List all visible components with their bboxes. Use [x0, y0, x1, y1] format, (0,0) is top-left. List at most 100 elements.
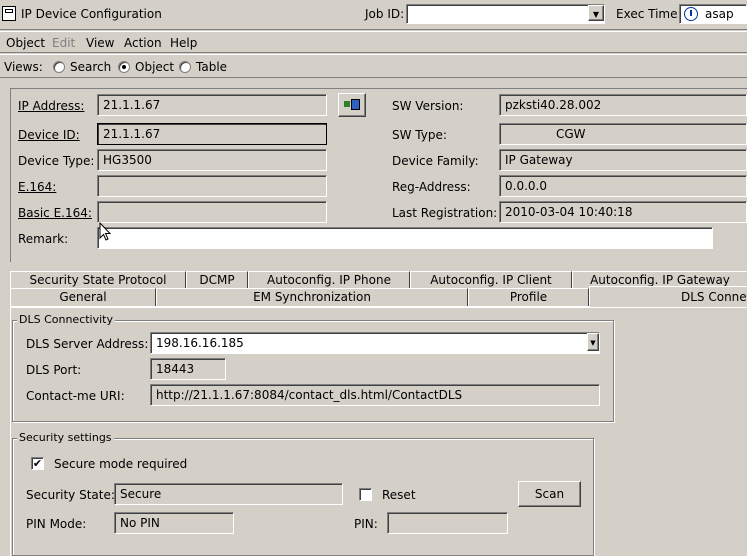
- secure-mode-label[interactable]: Secure mode required: [54, 457, 187, 471]
- view-search-radio[interactable]: [53, 61, 65, 73]
- contact-me-uri-label: Contact-me URI:: [26, 389, 125, 403]
- tab-label: EM Synchronization: [253, 290, 371, 304]
- view-table-radio[interactable]: [179, 61, 191, 73]
- view-table-label[interactable]: Table: [196, 60, 227, 74]
- tab-label: Autoconfig. IP Gateway: [590, 273, 730, 287]
- contact-me-uri-value: http://21.1.1.67:8084/contact_dls.html/C…: [156, 388, 463, 402]
- exec-time-label: Exec Time:: [616, 7, 682, 21]
- tab-label: Autoconfig. IP Client: [430, 273, 552, 287]
- menu-object[interactable]: Object: [6, 36, 45, 50]
- tab-autoconfig-ip-phone[interactable]: Autoconfig. IP Phone: [248, 271, 410, 289]
- tab-label: Security State Protocol: [29, 273, 167, 287]
- security-state-field[interactable]: Secure: [114, 483, 343, 505]
- secure-mode-checkbox[interactable]: ✔: [31, 457, 44, 470]
- scan-button[interactable]: Scan: [518, 481, 581, 507]
- contact-me-uri-field[interactable]: http://21.1.1.67:8084/contact_dls.html/C…: [150, 384, 600, 406]
- e164-label[interactable]: E.164:: [18, 180, 56, 194]
- reg-address-value: 0.0.0.0: [505, 179, 547, 193]
- tab-label: DCMP: [199, 273, 235, 287]
- dls-connectivity-title: DLS Connectivity: [17, 313, 116, 326]
- sw-version-value: pzksti40.28.002: [505, 98, 602, 112]
- window-title: IP Device Configuration: [21, 7, 162, 21]
- pin-field[interactable]: [387, 512, 508, 534]
- exec-time-field[interactable]: asap: [679, 4, 747, 24]
- device-family-value: IP Gateway: [505, 153, 573, 167]
- device-type-label: Device Type:: [18, 154, 95, 168]
- views-bar: Views: Search Object Table: [0, 54, 747, 78]
- ip-address-label[interactable]: IP Address:: [18, 99, 84, 113]
- dls-server-label: DLS Server Address:: [26, 337, 149, 351]
- tab-autoconfig-ip-client[interactable]: Autoconfig. IP Client: [410, 271, 572, 289]
- menu-help[interactable]: Help: [170, 36, 197, 50]
- mouse-cursor-icon: [99, 222, 112, 241]
- tab-security-state-protocol[interactable]: Security State Protocol: [10, 271, 186, 289]
- device-type-field[interactable]: HG3500: [97, 149, 327, 171]
- tab-general[interactable]: General: [10, 288, 156, 306]
- dls-server-dropdown-button[interactable]: ▼: [587, 333, 599, 351]
- job-id-combobox[interactable]: ▼: [406, 4, 605, 24]
- dls-port-field[interactable]: 18443: [150, 358, 226, 380]
- menu-action[interactable]: Action: [124, 36, 162, 50]
- last-registration-field[interactable]: 2010-03-04 10:40:18: [499, 201, 747, 223]
- tab-label: General: [59, 290, 107, 304]
- e164-field[interactable]: [97, 175, 327, 197]
- app-icon: [2, 6, 16, 21]
- network-icon: [344, 99, 360, 111]
- chevron-down-icon: ▼: [592, 10, 600, 19]
- basic-e164-label[interactable]: Basic E.164:: [18, 206, 92, 220]
- sw-type-field[interactable]: CGW: [499, 123, 747, 145]
- chevron-down-icon: ▼: [590, 339, 596, 347]
- tab-label: Autoconfig. IP Phone: [267, 273, 391, 287]
- menu-view[interactable]: View: [86, 36, 114, 50]
- dls-port-label: DLS Port:: [26, 363, 82, 377]
- tab-panel-top-line: [10, 306, 589, 307]
- sw-version-field[interactable]: pzksti40.28.002: [499, 94, 747, 116]
- ip-address-value: 21.1.1.67: [103, 98, 161, 112]
- exec-time-value: asap: [705, 7, 734, 21]
- pin-mode-label: PIN Mode:: [26, 517, 87, 531]
- job-id-dropdown-button[interactable]: ▼: [588, 5, 604, 21]
- device-id-label[interactable]: Device ID:: [18, 128, 80, 142]
- remark-field[interactable]: [97, 227, 713, 249]
- network-lookup-button[interactable]: [338, 93, 366, 117]
- dls-server-value: 198.16.16.185: [156, 336, 244, 350]
- views-label: Views:: [4, 60, 43, 74]
- remark-label: Remark:: [18, 232, 69, 246]
- last-registration-label: Last Registration:: [392, 206, 498, 220]
- security-state-label: Security State:: [26, 488, 115, 502]
- sw-version-label: SW Version:: [392, 99, 464, 113]
- tab-label: DLS Connectivity: [681, 290, 747, 304]
- ip-address-field[interactable]: 21.1.1.67: [97, 94, 327, 116]
- tab-dcmp[interactable]: DCMP: [186, 271, 248, 289]
- device-family-label: Device Family:: [392, 154, 479, 168]
- device-id-value: 21.1.1.67: [103, 127, 161, 141]
- last-registration-value: 2010-03-04 10:40:18: [505, 205, 633, 219]
- view-search-label[interactable]: Search: [70, 60, 111, 74]
- dls-server-combobox[interactable]: 198.16.16.185 ▼: [150, 332, 600, 354]
- reset-checkbox[interactable]: [359, 488, 372, 501]
- security-settings-title: Security settings: [17, 431, 114, 444]
- view-object-radio[interactable]: [118, 61, 130, 73]
- scan-button-label: Scan: [534, 487, 565, 501]
- menu-bar: Object Edit View Action Help: [0, 31, 747, 53]
- sw-type-label: SW Type:: [392, 128, 447, 142]
- device-type-value: HG3500: [103, 153, 152, 167]
- tab-profile[interactable]: Profile: [468, 288, 589, 306]
- checkmark-icon: ✔: [32, 457, 43, 470]
- reg-address-field[interactable]: 0.0.0.0: [499, 175, 747, 197]
- device-id-field[interactable]: 21.1.1.67: [97, 123, 327, 145]
- menu-edit[interactable]: Edit: [52, 36, 75, 50]
- tab-label: Profile: [509, 290, 548, 304]
- job-id-label: Job ID:: [365, 7, 405, 21]
- reg-address-label: Reg-Address:: [392, 180, 471, 194]
- title-bar: IP Device Configuration Job ID: ▼ Exec T…: [0, 0, 747, 30]
- pin-mode-value: No PIN: [120, 516, 160, 530]
- tab-dls-connectivity[interactable]: DLS Connectivity: [589, 286, 747, 308]
- dls-port-value: 18443: [156, 362, 195, 376]
- tab-em-synchronization[interactable]: EM Synchronization: [156, 288, 468, 306]
- basic-e164-field[interactable]: [97, 201, 327, 223]
- device-family-field[interactable]: IP Gateway: [499, 149, 747, 171]
- view-object-label[interactable]: Object: [135, 60, 174, 74]
- reset-label[interactable]: Reset: [382, 488, 416, 502]
- pin-mode-field[interactable]: No PIN: [114, 512, 234, 534]
